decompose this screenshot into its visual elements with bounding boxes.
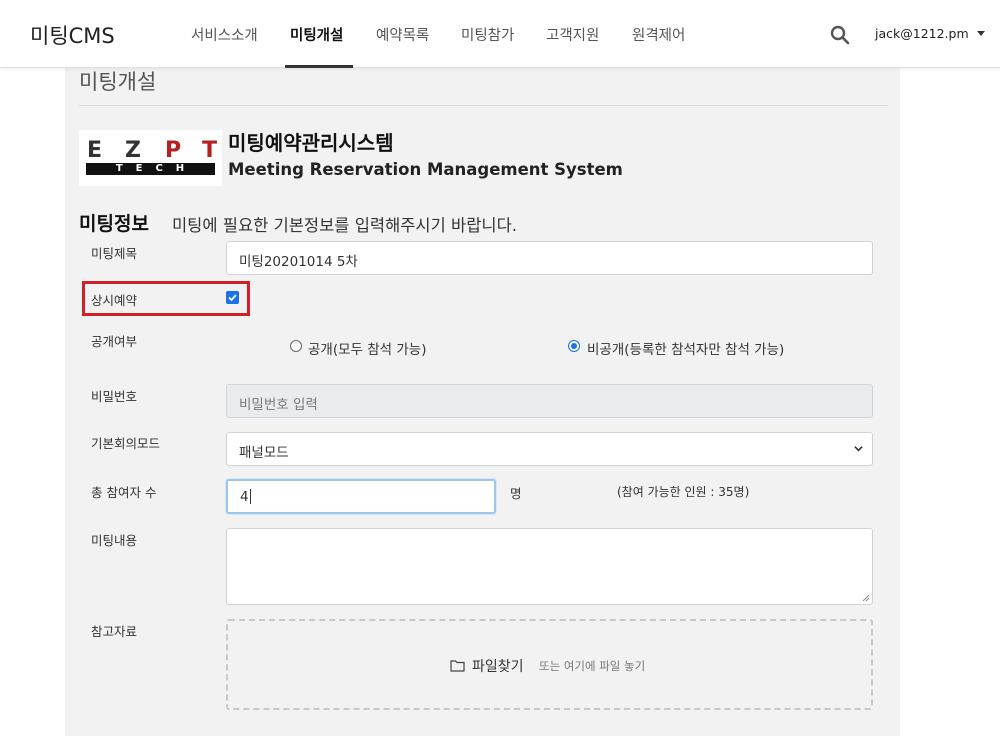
content-textarea[interactable] [226, 528, 873, 605]
mode-select[interactable]: 패널모드 [226, 432, 873, 466]
active-nav-indicator [285, 65, 353, 68]
section-description: 미팅에 필요한 기본정보를 입력해주시기 바랍니다. [172, 216, 518, 235]
meeting-title-input[interactable]: 미팅20201014 5차 [226, 241, 873, 275]
participants-input[interactable]: 4 [226, 479, 496, 514]
file-dropzone[interactable]: 파일찾기 또는 여기에 파일 놓기 [226, 619, 873, 710]
nav-item-create-meeting[interactable]: 미팅개설 [290, 24, 343, 45]
divider [79, 105, 888, 106]
nav-item-remote-control[interactable]: 원격제어 [632, 24, 685, 45]
resize-handle-icon[interactable] [862, 594, 870, 602]
meeting-title-value: 미팅20201014 5차 [239, 254, 358, 270]
content-label: 미팅내용 [91, 533, 138, 548]
nav-item-service-intro[interactable]: 서비스소개 [191, 24, 258, 45]
text-cursor [249, 489, 251, 504]
visibility-public-radio[interactable] [290, 340, 302, 352]
ezpt-logo: E Z P T TECH [79, 130, 222, 186]
participants-value: 4 [240, 489, 249, 505]
participants-label: 총 참여자 수 [91, 485, 157, 500]
mode-label: 기본회의모드 [91, 436, 161, 451]
drop-hint: 또는 여기에 파일 놓기 [539, 659, 646, 673]
visibility-private-radio[interactable] [568, 340, 580, 352]
page-title: 미팅개설 [79, 70, 157, 94]
top-navbar: 미팅CMS 서비스소개 미팅개설 예약목록 미팅참가 고객지원 원격제어 jac… [0, 0, 1000, 68]
always-reserve-checkbox[interactable] [226, 291, 239, 304]
visibility-public-label[interactable]: 공개(모두 참석 가능) [308, 338, 426, 358]
nav-item-join-meeting[interactable]: 미팅참가 [461, 24, 514, 45]
brand-logo[interactable]: 미팅CMS [30, 20, 115, 50]
check-icon [228, 294, 237, 302]
system-subtitle: Meeting Reservation Management System [228, 160, 623, 179]
password-label: 비밀번호 [91, 389, 138, 404]
meeting-title-label: 미팅제목 [91, 246, 138, 261]
always-reserve-label: 상시예약 [91, 293, 138, 308]
system-title: 미팅예약관리시스템 [228, 131, 394, 155]
nav-item-reservation-list[interactable]: 예약목록 [376, 24, 429, 45]
section-title: 미팅정보 [79, 213, 149, 235]
password-input[interactable]: 비밀번호 입력 [226, 384, 873, 418]
chevron-down-icon [976, 31, 985, 36]
password-placeholder: 비밀번호 입력 [239, 397, 318, 413]
visibility-private-label[interactable]: 비공개(등록한 참석자만 참석 가능) [587, 338, 784, 358]
user-menu[interactable]: jack@1212.pm [875, 26, 985, 41]
participants-capacity: (참여 가능한 인원 : 35명) [617, 485, 750, 499]
user-email: jack@1212.pm [875, 26, 969, 41]
mode-selected-value: 패널모드 [239, 445, 289, 461]
visibility-label: 공개여부 [91, 334, 138, 349]
attachment-label: 참고자료 [91, 624, 138, 639]
nav-item-support[interactable]: 고객지원 [546, 24, 599, 45]
search-icon[interactable] [830, 25, 850, 45]
find-file-button[interactable]: 파일찾기 [472, 656, 524, 676]
folder-icon [450, 660, 465, 672]
chevron-down-icon [854, 446, 863, 452]
participants-unit: 명 [510, 486, 522, 501]
